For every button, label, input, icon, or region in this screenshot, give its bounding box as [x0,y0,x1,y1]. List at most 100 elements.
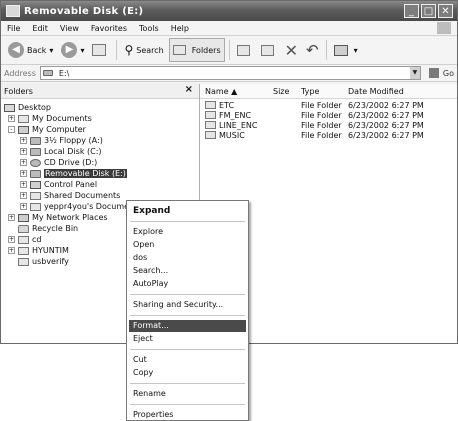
file-row-fm-enc[interactable]: FM_ENC File Folder 6/23/2002 6:27 PM [200,110,457,120]
menu-item-format[interactable]: Format... [129,320,246,332]
forward-button[interactable]: ▶ ▾ [58,39,87,61]
maximize-button[interactable]: □ [421,4,436,18]
menu-item-explore[interactable]: Explore [129,226,246,238]
chevron-down-icon: ▾ [80,45,85,55]
tree-item-cd-drive[interactable]: + CD Drive (D:) [1,157,199,168]
expand-icon[interactable]: + [8,247,15,254]
folder-icon [205,131,216,139]
computer-icon [18,125,29,134]
address-bar: Address E:\ ▼ Go [1,65,457,82]
copy-to-icon [260,44,274,56]
back-button[interactable]: ◀ Back ▾ [5,39,56,61]
expand-icon[interactable]: + [20,203,27,210]
menu-item-cut[interactable]: Cut [129,354,246,366]
expand-icon[interactable]: + [20,181,27,188]
search-icon: ⚲ [124,43,134,57]
recycle-bin-icon [18,224,29,233]
menu-file[interactable]: File [7,24,20,33]
tree-item-removable-disk[interactable]: + Removable Disk (E:) [1,168,199,179]
up-folder-icon [92,44,107,56]
delete-button[interactable]: ✕ [282,39,301,61]
menu-item-sharing-security[interactable]: Sharing and Security... [129,299,246,311]
address-input[interactable]: E:\ ▼ [39,66,421,80]
menu-item-eject[interactable]: Eject [129,333,246,345]
expand-icon[interactable]: + [20,170,27,177]
file-list: ETC File Folder 6/23/2002 6:27 PM FM_ENC… [200,99,457,140]
menu-help[interactable]: Help [171,24,189,33]
windows-logo-icon [437,22,451,34]
expand-icon[interactable]: + [8,236,15,243]
folder-icon [205,111,216,119]
column-date-modified[interactable]: Date Modified [343,87,443,96]
back-label: Back [27,45,47,55]
search-button[interactable]: ⚲ Search [121,39,166,61]
copy-to-button[interactable] [258,39,280,61]
address-label: Address [4,68,36,78]
address-value: E:\ [58,68,70,78]
column-size[interactable]: Size [268,87,296,96]
desktop-icon [4,103,15,112]
column-name[interactable]: Name ▲ [200,87,268,96]
drive-icon [42,70,53,76]
menu-item-properties[interactable]: Properties [129,409,246,421]
menu-edit[interactable]: Edit [32,24,48,33]
minimize-button[interactable]: _ [404,4,419,18]
expand-icon[interactable]: + [20,137,27,144]
folder-icon [18,114,29,123]
file-row-etc[interactable]: ETC File Folder 6/23/2002 6:27 PM [200,100,457,110]
menu-item-expand[interactable]: Expand [129,205,246,217]
undo-button[interactable]: ↶ [303,39,322,61]
views-icon [333,44,348,56]
menu-item-autoplay[interactable]: AutoPlay [129,278,246,290]
cd-icon [30,158,41,167]
tree-item-control-panel[interactable]: + Control Panel [1,179,199,190]
drive-icon [30,169,41,178]
menu-separator [130,221,245,222]
tree-item-my-documents[interactable]: + My Documents [1,113,199,124]
move-to-button[interactable] [234,39,256,61]
file-row-line-enc[interactable]: LINE_ENC File Folder 6/23/2002 6:27 PM [200,120,457,130]
tree-item-my-computer[interactable]: - My Computer [1,124,199,135]
drive-icon [6,5,20,17]
file-list-header: Name ▲ Size Type Date Modified [200,84,457,99]
menu-separator [130,294,245,295]
window-title: Removable Disk (E:) [24,5,144,17]
forward-arrow-icon: ▶ [61,42,78,58]
menu-favorites[interactable]: Favorites [91,24,127,33]
close-button[interactable]: ✕ [438,4,453,18]
column-type[interactable]: Type [296,87,343,96]
go-button[interactable]: Go [443,69,454,78]
go-arrow-icon[interactable] [428,68,439,78]
menu-item-rename[interactable]: Rename [129,388,246,400]
menu-tools[interactable]: Tools [139,24,159,33]
expand-icon[interactable]: + [20,192,27,199]
drive-icon [30,147,41,156]
expand-icon[interactable]: + [20,159,27,166]
folder-icon [18,257,29,266]
menu-item-open[interactable]: Open [129,239,246,251]
menu-item-copy[interactable]: Copy [129,367,246,379]
expand-icon[interactable]: + [20,148,27,155]
tree-item-desktop[interactable]: Desktop [1,102,199,113]
window-controls: _ □ ✕ [404,4,453,18]
close-pane-icon[interactable]: × [185,84,193,95]
menu-item-dos[interactable]: dos [129,252,246,264]
title-bar[interactable]: Removable Disk (E:) _ □ ✕ [1,1,457,21]
expand-icon[interactable]: + [8,115,15,122]
menu-item-search[interactable]: Search... [129,265,246,277]
expand-icon[interactable]: + [8,214,15,221]
file-row-music[interactable]: MUSIC File Folder 6/23/2002 6:27 PM [200,130,457,140]
address-dropdown-icon[interactable]: ▼ [409,67,420,79]
menu-view[interactable]: View [60,24,79,33]
views-button[interactable]: ▾ [331,39,361,61]
toolbar-separator [116,40,118,60]
tree-item-floppy[interactable]: + 3½ Floppy (A:) [1,135,199,146]
search-label: Search [136,45,164,55]
tree-item-local-disk[interactable]: + Local Disk (C:) [1,146,199,157]
folders-button[interactable]: Folders [168,38,225,62]
folders-pane-title: Folders [4,86,33,96]
back-arrow-icon: ◀ [8,42,24,58]
collapse-icon[interactable]: - [8,126,15,133]
delete-x-icon: ✕ [284,40,299,60]
up-folder-button[interactable] [89,39,112,61]
